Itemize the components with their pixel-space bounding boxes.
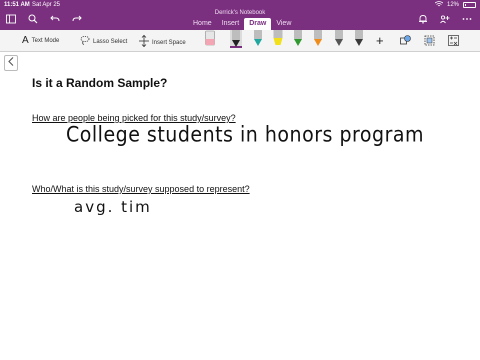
chevron-left-icon — [8, 57, 14, 69]
tab-home[interactable]: Home — [188, 18, 217, 30]
insert-space-button[interactable]: Insert Space — [139, 34, 186, 50]
insert-space-label: Insert Space — [152, 39, 186, 46]
status-indicators: 12% — [434, 1, 476, 9]
search-icon[interactable] — [28, 14, 38, 27]
text-mode-icon: A — [22, 35, 29, 46]
lasso-select-label: Lasso Select — [93, 38, 128, 45]
highlighter-yellow-tool[interactable] — [272, 30, 284, 48]
title-icons-right — [418, 14, 472, 27]
handwritten-answer-2: avg. tim — [74, 198, 152, 216]
more-options-icon[interactable] — [462, 14, 472, 27]
pen-black-tool[interactable] — [230, 30, 242, 48]
insert-space-icon — [139, 34, 149, 50]
text-mode-button[interactable]: A Text Mode — [22, 35, 59, 46]
battery-icon — [463, 2, 476, 8]
bell-icon[interactable] — [418, 14, 428, 27]
status-time: 11:51 AM — [4, 2, 30, 8]
draw-toolbar: A Text Mode Lasso Select Insert Space + — [0, 30, 480, 52]
ink-to-shape-button[interactable] — [424, 35, 435, 48]
battery-percent: 12% — [446, 2, 459, 8]
pen-orange-tool[interactable] — [312, 30, 324, 48]
eraser-tool[interactable] — [204, 30, 216, 48]
text-mode-label: Text Mode — [31, 37, 60, 44]
status-date: Sat Apr 25 — [32, 2, 61, 8]
question-1: How are people being picked for this stu… — [32, 113, 236, 123]
add-pen-button[interactable]: + — [376, 33, 384, 48]
ink-to-shape-icon — [424, 35, 435, 48]
tab-view[interactable]: View — [271, 18, 296, 30]
lasso-icon — [80, 35, 90, 48]
sidebar-toggle-icon[interactable] — [6, 14, 16, 27]
plus-icon: + — [376, 33, 384, 48]
share-icon[interactable] — [440, 14, 450, 27]
title-icons-left — [6, 14, 82, 27]
pen-green-tool[interactable] — [292, 30, 304, 48]
lasso-select-button[interactable]: Lasso Select — [80, 35, 127, 48]
question-2: Who/What is this study/survey supposed t… — [32, 184, 250, 194]
ink-to-math-icon — [448, 35, 459, 48]
wifi-icon — [434, 1, 444, 9]
handwritten-answer-1: College students in honors program — [66, 122, 425, 148]
pen-gray-tool[interactable] — [333, 30, 345, 48]
tab-draw[interactable]: Draw — [244, 18, 272, 30]
ribbon-tabs: Home Insert Draw View — [188, 18, 296, 30]
redo-icon[interactable] — [72, 14, 82, 27]
pen-darkgray-tool[interactable] — [353, 30, 365, 48]
undo-icon[interactable] — [50, 14, 60, 27]
page-title: Is it a Random Sample? — [32, 76, 168, 90]
tab-insert[interactable]: Insert — [217, 18, 245, 30]
shapes-icon — [400, 35, 411, 48]
back-button[interactable] — [4, 55, 18, 71]
title-bar: 11:51 AM Sat Apr 25 Derrick's Notebook 1… — [0, 0, 480, 30]
pen-teal-tool[interactable] — [252, 30, 264, 48]
shapes-button[interactable] — [400, 35, 411, 48]
ink-to-math-button[interactable] — [448, 35, 459, 48]
